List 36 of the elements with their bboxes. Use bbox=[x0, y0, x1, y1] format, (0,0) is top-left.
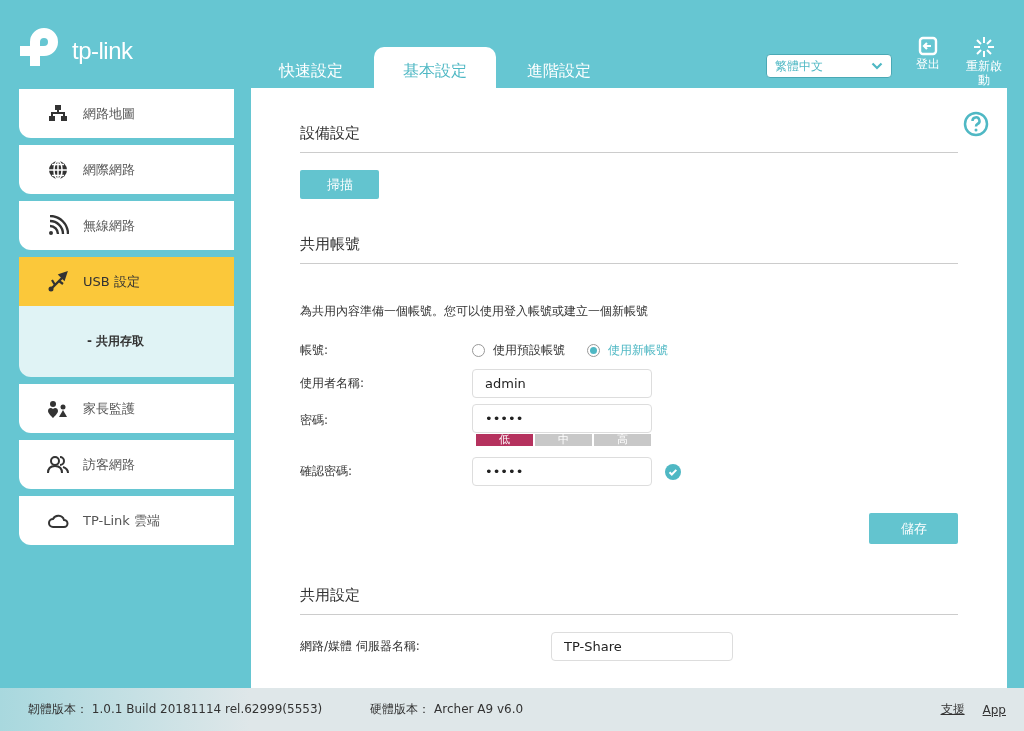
description-text: 為共用內容準備一個帳號。您可以使用登入帳號或建立一個新帳號 bbox=[300, 303, 649, 320]
menu-icon bbox=[47, 270, 69, 293]
section-title: 設備設定 bbox=[300, 124, 958, 153]
footer-link[interactable]: 支援 bbox=[940, 701, 965, 718]
field-label: 密碼: bbox=[300, 412, 330, 429]
menu-icon bbox=[47, 158, 69, 181]
section-title: 共用帳號 bbox=[300, 235, 958, 264]
field-label: 使用者名稱: bbox=[300, 375, 366, 392]
sidebar-item[interactable]: 網際網路 bbox=[19, 145, 234, 194]
loading-icon bbox=[973, 36, 995, 58]
menu-icon bbox=[47, 214, 69, 237]
logo-text: tp-link bbox=[72, 37, 133, 65]
strength-segment: 低 bbox=[476, 434, 533, 446]
section-title: 共用設定 bbox=[300, 586, 958, 615]
field-label: 確認密碼: bbox=[300, 463, 354, 480]
logout-icon bbox=[918, 36, 938, 56]
sidebar-item[interactable]: USB 設定 bbox=[19, 257, 234, 306]
field-label: 網路/媒體 伺服器名稱: bbox=[300, 638, 421, 655]
sidebar-item[interactable]: 訪客網路 bbox=[19, 440, 234, 489]
username-field[interactable]: admin bbox=[472, 369, 652, 398]
menu-icon bbox=[47, 453, 69, 476]
sidebar-item[interactable]: 家長監護 bbox=[19, 384, 234, 433]
sidebar-item[interactable]: TP-Link 雲端 bbox=[19, 496, 234, 545]
password-field[interactable]: ••••• bbox=[472, 404, 652, 433]
confirm-password-field[interactable]: ••••• bbox=[472, 457, 652, 486]
sidebar-item[interactable]: 網路地圖 bbox=[19, 89, 234, 138]
firmware-version: 韌體版本： 1.0.1 Build 20181114 rel.62999(5553) bbox=[28, 701, 323, 718]
footer-link[interactable]: App bbox=[982, 702, 1006, 717]
submenu-item[interactable]: - 共用存取 bbox=[83, 329, 149, 354]
field-label: 帳號: bbox=[300, 342, 330, 359]
help-icon[interactable] bbox=[963, 111, 989, 137]
hardware-version: 硬體版本： Archer A9 v6.0 bbox=[370, 701, 524, 718]
server-name-field[interactable]: TP-Share bbox=[551, 632, 733, 661]
sidebar-item[interactable]: 無線網路 bbox=[19, 201, 234, 250]
radio-option[interactable]: 使用預設帳號 bbox=[472, 342, 565, 359]
chevron-icon bbox=[871, 62, 883, 70]
